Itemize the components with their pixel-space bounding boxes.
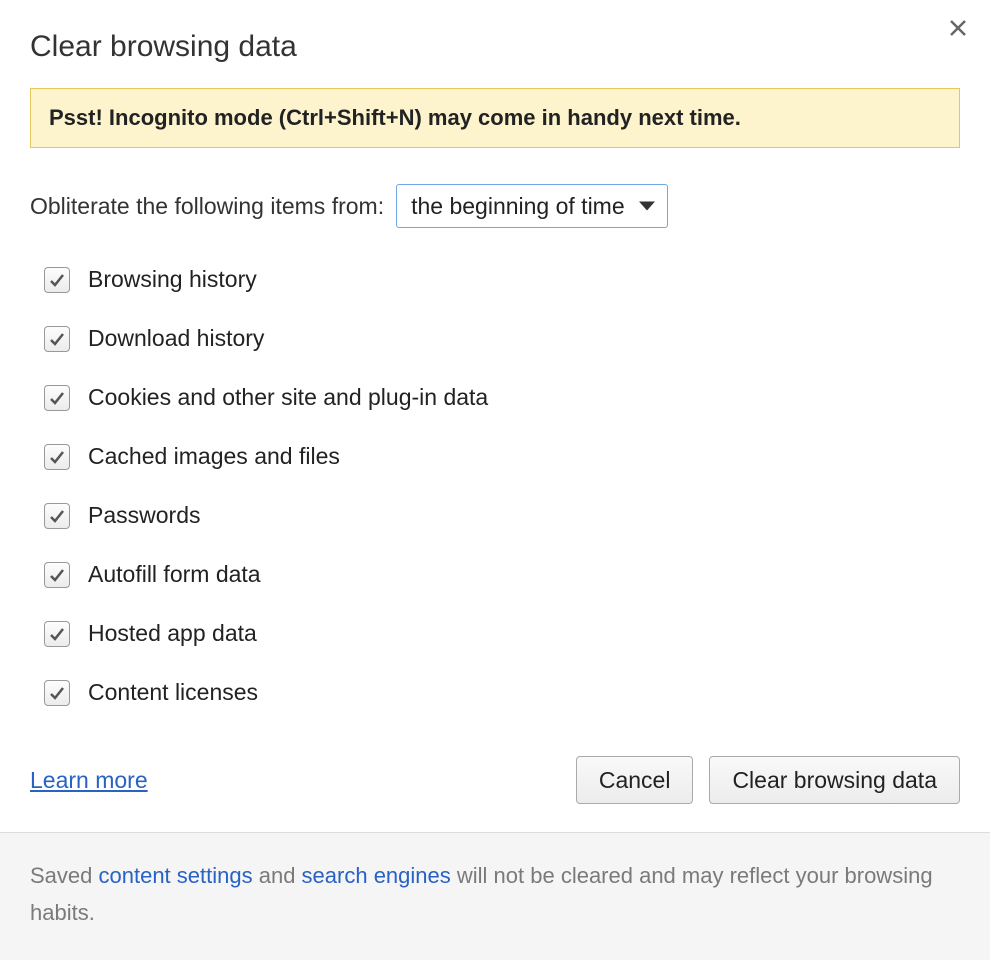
info-footer: Saved content settings and search engine… [0,832,990,960]
label-browsing-history: Browsing history [88,266,257,293]
checkbox-browsing-history[interactable] [44,267,70,293]
cancel-button[interactable]: Cancel [576,756,694,804]
option-cache: Cached images and files [44,443,960,470]
search-engines-link[interactable]: search engines [302,863,451,888]
chevron-down-icon [639,202,655,211]
learn-more-link[interactable]: Learn more [30,767,148,794]
checkbox-download-history[interactable] [44,326,70,352]
option-hosted-app-data: Hosted app data [44,620,960,647]
option-passwords: Passwords [44,502,960,529]
clear-browsing-data-button[interactable]: Clear browsing data [709,756,960,804]
time-range-row: Obliterate the following items from: the… [30,184,960,228]
checkbox-cache[interactable] [44,444,70,470]
checkbox-passwords[interactable] [44,503,70,529]
label-content-licenses: Content licenses [88,679,258,706]
option-cookies: Cookies and other site and plug-in data [44,384,960,411]
dialog-footer: Learn more Cancel Clear browsing data [30,756,960,832]
incognito-tip: Psst! Incognito mode (Ctrl+Shift+N) may … [30,88,960,148]
time-range-selected: the beginning of time [411,193,625,220]
footer-mid: and [253,863,302,888]
label-cache: Cached images and files [88,443,340,470]
time-range-select[interactable]: the beginning of time [396,184,668,228]
footer-pre: Saved [30,863,99,888]
close-icon[interactable] [946,16,970,40]
checkbox-autofill[interactable] [44,562,70,588]
label-download-history: Download history [88,325,264,352]
dialog-buttons: Cancel Clear browsing data [576,756,960,804]
clear-options-list: Browsing history Download history Cookie… [30,266,960,706]
label-hosted-app-data: Hosted app data [88,620,257,647]
option-autofill: Autofill form data [44,561,960,588]
content-settings-link[interactable]: content settings [99,863,253,888]
checkbox-content-licenses[interactable] [44,680,70,706]
option-download-history: Download history [44,325,960,352]
option-content-licenses: Content licenses [44,679,960,706]
dialog-title: Clear browsing data [30,30,960,64]
checkbox-hosted-app-data[interactable] [44,621,70,647]
label-autofill: Autofill form data [88,561,261,588]
option-browsing-history: Browsing history [44,266,960,293]
obliterate-label: Obliterate the following items from: [30,193,384,220]
clear-browsing-data-dialog: Clear browsing data Psst! Incognito mode… [0,0,990,832]
label-cookies: Cookies and other site and plug-in data [88,384,488,411]
checkbox-cookies[interactable] [44,385,70,411]
label-passwords: Passwords [88,502,200,529]
